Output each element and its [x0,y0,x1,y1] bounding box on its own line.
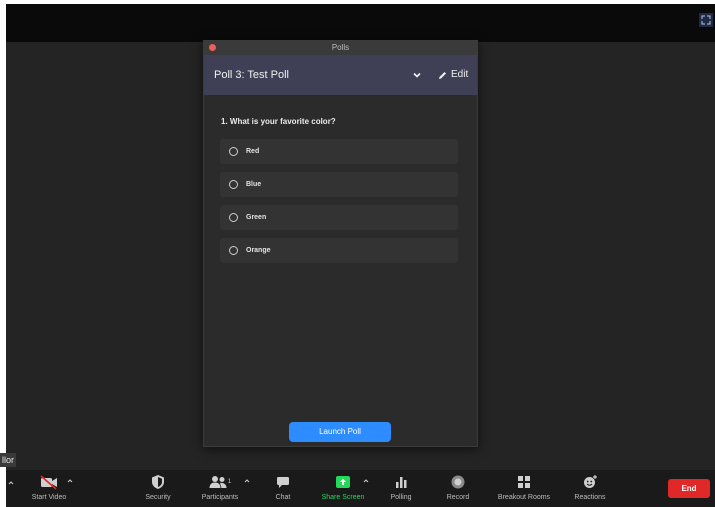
participants-icon [209,476,227,488]
caret-up-icon[interactable] [67,478,73,484]
poll-question: 1. What is your favorite color? [221,117,336,126]
edit-label: Edit [451,69,469,80]
chat-icon [277,477,289,488]
poll-option-red[interactable]: Red [220,139,458,164]
radio-icon[interactable] [229,180,238,189]
end-meeting-button[interactable]: End [668,479,710,498]
meeting-stage: Polls Poll 3: Test Poll Edit 1. What is … [6,4,715,507]
poll-option-label: Orange [246,247,271,254]
radio-icon[interactable] [229,213,238,222]
poll-option-blue[interactable]: Blue [220,172,458,197]
polls-window-title: Polls [331,43,350,52]
caret-up-icon[interactable] [244,478,250,484]
record-button[interactable]: Record [442,470,474,507]
polling-label: Polling [390,494,412,501]
poll-option-green[interactable]: Green [220,205,458,230]
meeting-top-bar [6,4,715,42]
poll-header: Poll 3: Test Poll Edit [204,55,477,95]
poll-option-orange[interactable]: Orange [220,238,458,263]
reactions-label: Reactions [574,494,606,501]
start-video-button[interactable]: Start Video [20,470,78,507]
chat-button[interactable]: Chat [268,470,298,507]
poll-option-label: Red [246,148,260,155]
security-label: Security [145,494,171,501]
fullscreen-icon[interactable] [699,13,713,27]
poll-name: Poll 3: Test Poll [214,69,290,81]
radio-icon[interactable] [229,147,238,156]
meeting-toolbar: Start Video Security 1 Participants Chat… [6,470,715,507]
video-off-icon [40,475,57,490]
pencil-icon [439,71,446,79]
shield-icon [152,475,164,489]
chevron-down-icon[interactable] [412,70,422,80]
share-screen-button[interactable]: Share Screen [312,470,374,507]
chat-label: Chat [275,494,291,501]
polls-window: Polls Poll 3: Test Poll Edit 1. What is … [203,40,478,447]
bar-chart-icon [396,477,407,488]
participants-button[interactable]: 1 Participants [192,470,248,507]
edit-button[interactable]: Edit [438,55,468,95]
share-screen-icon [336,476,350,488]
breakout-rooms-icon [518,476,530,488]
polling-button[interactable]: Polling [386,470,416,507]
caret-up-icon[interactable] [363,478,369,484]
radio-icon[interactable] [229,246,238,255]
tooltip: llor [0,453,17,467]
caret-up-icon[interactable] [8,480,14,486]
poll-option-label: Green [246,214,267,221]
breakout-rooms-button[interactable]: Breakout Rooms [490,470,558,507]
launch-poll-button[interactable]: Launch Poll [289,422,391,442]
participants-label: Participants [201,494,239,501]
share-screen-label: Share Screen [321,494,365,501]
breakout-rooms-label: Breakout Rooms [497,494,551,501]
participants-count: 1 [227,479,232,485]
record-label: Record [446,494,470,501]
reactions-icon [584,475,597,488]
polls-titlebar: Polls [204,41,477,55]
start-video-label: Start Video [31,494,67,501]
security-button[interactable]: Security [138,470,178,507]
reactions-button[interactable]: Reactions [568,470,612,507]
record-icon [451,475,465,489]
poll-option-label: Blue [246,181,262,188]
